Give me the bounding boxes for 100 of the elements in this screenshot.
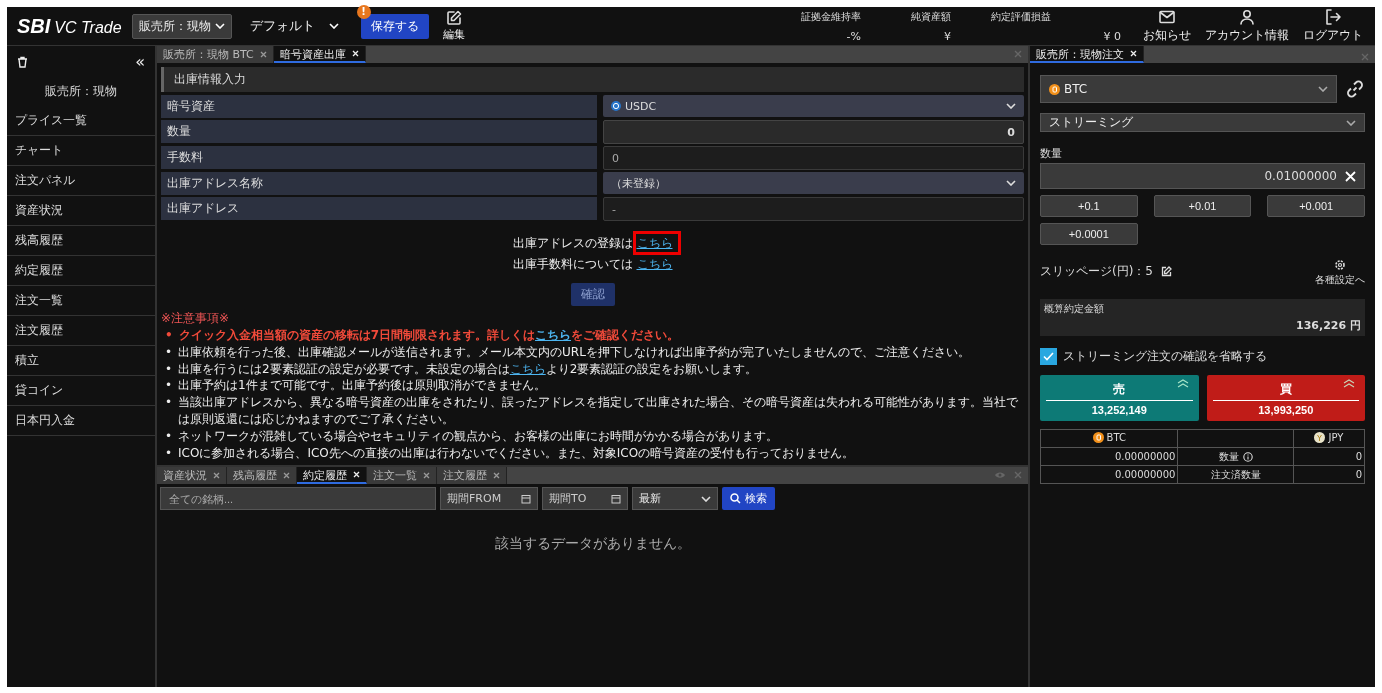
sidebar-item[interactable]: 約定履歴 xyxy=(7,256,155,286)
edit-button[interactable]: 編集 xyxy=(438,10,469,42)
increment-button[interactable]: +0.1 xyxy=(1040,195,1138,217)
nav-button[interactable]: お知らせ xyxy=(1139,8,1195,44)
field-label: 手数料 xyxy=(161,146,597,169)
sidebar-item[interactable]: プライス一覧 xyxy=(7,106,155,136)
slippage-text: スリッページ(円)：5 xyxy=(1040,263,1153,280)
increment-button[interactable]: +0.0001 xyxy=(1040,223,1138,245)
increment-button[interactable]: +0.01 xyxy=(1153,195,1252,217)
field-label: 暗号資産 xyxy=(161,95,597,118)
close-icon xyxy=(493,472,500,479)
date-field[interactable]: 期間FROM xyxy=(440,487,538,510)
chevron-down-icon xyxy=(1006,180,1016,186)
sidebar-item[interactable]: チャート xyxy=(7,136,155,166)
section-title: 出庫情報入力 xyxy=(161,67,1024,92)
layout-dropdown[interactable]: デフォルト xyxy=(241,17,347,35)
clear-icon xyxy=(1345,170,1356,182)
settings-icon xyxy=(1334,259,1346,271)
link[interactable]: こちら xyxy=(636,236,673,250)
estimate-label: 概算約定金額 xyxy=(1044,302,1105,316)
column-header: BTC xyxy=(1092,432,1126,443)
usdc-coin-icon xyxy=(611,101,621,111)
chevron-down-icon xyxy=(701,495,711,502)
bullet: • xyxy=(165,394,173,412)
order-type-dropdown[interactable]: ストリーミング xyxy=(1040,113,1365,132)
close-icon xyxy=(1130,50,1137,57)
logo-text: VC Trade xyxy=(54,18,122,37)
link-icon xyxy=(1345,79,1365,99)
eye-icon xyxy=(994,471,1006,479)
link[interactable]: こちら xyxy=(509,361,546,376)
buy-button[interactable]: 買 13,993,250 xyxy=(1206,375,1365,421)
readonly-field: 0 xyxy=(603,146,1024,170)
sidebar-item[interactable]: 積立 xyxy=(7,346,155,376)
bullet: • xyxy=(165,360,173,378)
row-label: 数量 xyxy=(1218,449,1239,464)
check-icon xyxy=(1043,352,1054,361)
sidebar-item[interactable]: 注文一覧 xyxy=(7,286,155,316)
tab[interactable]: 販売所：現物注文 xyxy=(1030,46,1144,63)
sidebar-item[interactable]: 注文履歴 xyxy=(7,316,155,346)
yen-coin-icon xyxy=(1314,432,1326,443)
table-cell: 0 xyxy=(1355,469,1362,480)
field-label: 数量 xyxy=(1040,146,1063,161)
readonly-field: - xyxy=(603,197,1024,221)
tab[interactable]: 残高履歴 xyxy=(227,467,297,484)
tab[interactable]: 資産状況 xyxy=(157,467,227,484)
chevron-down-icon xyxy=(1318,86,1328,92)
asset-dropdown[interactable]: USDC xyxy=(603,95,1024,117)
user-icon xyxy=(1238,8,1256,26)
input-field[interactable]: 0 xyxy=(603,120,1024,144)
row-label: 注文済数量 xyxy=(1210,467,1261,482)
calendar-icon xyxy=(521,493,531,504)
quantity-field[interactable]: 0.01000000 xyxy=(1040,163,1365,189)
collapse-button[interactable]: « xyxy=(135,52,145,71)
stat-label: 純資産額 xyxy=(911,9,951,24)
date-field[interactable]: 期間TO xyxy=(542,487,628,510)
stat-value: ¥ xyxy=(944,29,951,43)
tab[interactable]: 暗号資産出庫 xyxy=(273,46,366,63)
link[interactable]: こちら xyxy=(636,257,673,271)
edit-icon xyxy=(1161,266,1172,277)
coin-dropdown[interactable]: BTC xyxy=(1040,75,1337,103)
logo-mark: SBI xyxy=(17,14,51,38)
bullet: • xyxy=(165,444,173,462)
note-text: クイック入金相当額の資産の移転は7日間制限されます。詳しくはこちらをご確認ください。 xyxy=(178,327,680,344)
close-icon xyxy=(353,471,360,478)
note-text: 出庫依頼を行った後、出庫確認メールが送信されます。メール本文内のURLを押下しなければ出庫予約が完了いたしませんので、ご注意ください。 xyxy=(178,343,970,361)
chevron-down-icon xyxy=(214,23,225,29)
market-dropdown[interactable]: 販売所：現物 xyxy=(131,13,232,39)
nav-button[interactable]: アカウント情報 xyxy=(1201,8,1293,44)
increment-button[interactable]: +0.001 xyxy=(1267,195,1365,217)
sidebar-item[interactable]: 注文パネル xyxy=(7,166,155,196)
close-icon xyxy=(283,472,290,479)
close-icon xyxy=(1361,53,1369,61)
sort-dropdown[interactable]: 最新 xyxy=(632,487,718,510)
chevron-down-icon xyxy=(328,23,339,29)
bullet: • xyxy=(165,377,173,395)
trash-icon xyxy=(17,55,28,68)
sidebar-item[interactable]: 資産状況 xyxy=(7,196,155,226)
nav-button[interactable]: ログアウト xyxy=(1299,8,1367,44)
tab[interactable]: 注文履歴 xyxy=(437,467,507,484)
note-text: ICOに参加される場合、ICO先への直接の出庫は行わないでください。また、対象ICOの暗号資産の受付も行っておりません。 xyxy=(178,444,855,462)
sell-button[interactable]: 売 13,252,149 xyxy=(1040,375,1199,421)
notes-title: ※注意事項※ xyxy=(161,310,231,327)
sidebar-item[interactable]: 日本円入金 xyxy=(7,406,155,436)
address-dropdown[interactable]: （未登録） xyxy=(603,172,1024,194)
tab[interactable]: 販売所：現物 BTC xyxy=(157,46,274,63)
bitcoin-coin-icon xyxy=(1092,432,1104,443)
settings-button[interactable]: 各種設定へ xyxy=(1315,259,1365,287)
sidebar-item[interactable]: 残高履歴 xyxy=(7,226,155,256)
tab[interactable]: 注文一覧 xyxy=(367,467,437,484)
close-icon xyxy=(1014,471,1022,479)
search-field[interactable]: 全ての銘柄... xyxy=(160,487,436,510)
search-button[interactable]: 検索 xyxy=(722,487,775,510)
search-icon xyxy=(730,493,741,504)
checkbox[interactable] xyxy=(1040,348,1057,365)
tab[interactable]: 約定履歴 xyxy=(297,467,367,484)
note-text: 当該出庫アドレスから、異なる暗号資産の出庫をされたり、誤ったアドレスを指定して出庫された場合、その暗号資産は失われる可能性があります。当社では原則返還には応じかねますのでご了承ください。 xyxy=(178,394,1020,428)
sidebar-item[interactable]: 貸コイン xyxy=(7,376,155,406)
double-chevron-icon xyxy=(1343,379,1355,388)
link[interactable]: こちら xyxy=(535,328,572,342)
close-icon xyxy=(351,50,359,57)
